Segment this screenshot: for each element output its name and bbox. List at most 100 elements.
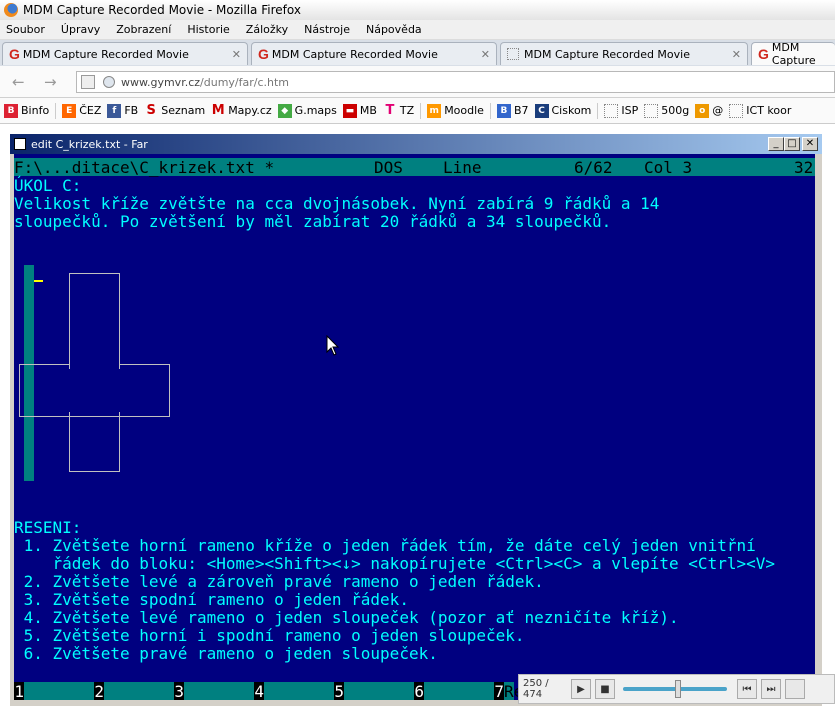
bookmark-mb[interactable]: ▬ MB: [342, 103, 377, 118]
cez-icon: E: [62, 103, 77, 118]
bookmark-gmaps[interactable]: ◆ G.maps: [277, 103, 337, 118]
menu-upravy[interactable]: Úpravy: [61, 23, 100, 36]
status-filename: F:\...ditace\C_krizek.txt *: [14, 158, 275, 177]
bookmark-moodle[interactable]: m Moodle: [427, 103, 484, 118]
close-icon[interactable]: ✕: [732, 48, 741, 61]
fkey-3[interactable]: 3: [174, 682, 254, 700]
forward-arrow-icon[interactable]: →: [44, 73, 57, 91]
editor-console[interactable]: F:\...ditace\C_krizek.txt * DOS Line 6/6…: [14, 154, 815, 700]
far-window-title: edit C_krizek.txt - Far: [31, 137, 148, 151]
tab-label: MDM Capture Recorded Movie: [271, 47, 438, 61]
menu-historie[interactable]: Historie: [187, 23, 229, 36]
bookmark-at[interactable]: o @: [695, 103, 723, 118]
url-bar[interactable]: www.gymvr.cz /dumy/far/c.htm: [76, 71, 835, 93]
status-mode: Line: [443, 158, 482, 177]
tab-label: MDM Capture Recorded Movie: [524, 47, 690, 61]
bookmarks-toolbar: B Binfo E ČEZ f FB S Seznam M Mapy.cz ◆ G.maps…: [0, 98, 835, 124]
tab-bar: G MDM Capture Recorded Movie ✕ G MDM Cap…: [0, 40, 835, 67]
solution-line: 3. Zvětšete spodní rameno o jeden řádek.: [14, 590, 409, 609]
bookmark-tz[interactable]: T TZ: [383, 103, 414, 118]
b7-icon: B: [496, 103, 511, 118]
close-icon[interactable]: ✕: [232, 48, 241, 61]
tab-4-active[interactable]: G MDM Capture: [751, 41, 835, 67]
separator: [420, 102, 422, 119]
menu-napoveda[interactable]: Nápověda: [366, 23, 422, 36]
navigation-bar: ← → www.gymvr.cz /dumy/far/c.htm: [0, 66, 835, 98]
menu-bar: Soubor Úpravy Zobrazení Historie Záložky…: [0, 20, 835, 40]
solution-line: 4. Zvětšete levé rameno o jeden sloupeče…: [14, 608, 679, 627]
window-title-bar: MDM Capture Recorded Movie - Mozilla Fir…: [0, 0, 835, 20]
far-title-bar: edit C_krizek.txt - Far _ □ ✕: [10, 134, 822, 154]
back-arrow-icon[interactable]: ←: [12, 73, 25, 91]
seek-slider-thumb[interactable]: [675, 680, 681, 698]
skip-to-end-button[interactable]: ⏭: [761, 679, 781, 699]
stop-button[interactable]: ■: [595, 679, 615, 699]
globe-icon: [103, 76, 115, 88]
bookmark-500g[interactable]: 500g: [644, 103, 689, 118]
far-app-icon: [14, 138, 26, 150]
bookmark-ict[interactable]: ICT koor: [729, 103, 791, 118]
cross-top-arm: [69, 273, 120, 369]
bookmark-mapy[interactable]: M Mapy.cz: [211, 103, 272, 118]
binfo-icon: B: [4, 103, 18, 118]
blank-page-icon: [729, 103, 744, 118]
google-g-icon: G: [758, 46, 769, 62]
solution-line: 1. Zvětšete horní rameno kříže o jeden ř…: [14, 536, 756, 555]
task-line: sloupečků. Po zvětšení by měl zabírat 20…: [14, 212, 612, 231]
bookmark-seznam[interactable]: S Seznam: [144, 103, 206, 118]
status-column: Col 3: [644, 158, 693, 177]
fkey-6[interactable]: 6: [414, 682, 494, 700]
separator: [489, 102, 491, 119]
blank-page-icon: [507, 48, 519, 60]
seznam-icon: S: [146, 103, 156, 118]
gmaps-icon: ◆: [277, 103, 292, 118]
task-heading: ÚKOL C:: [14, 176, 82, 195]
fkey-1[interactable]: 1: [14, 682, 94, 700]
fkey-5[interactable]: 5: [334, 682, 414, 700]
maximize-button[interactable]: □: [784, 137, 800, 151]
bookmark-b7[interactable]: B B7: [496, 103, 529, 118]
fkey-4[interactable]: 4: [254, 682, 334, 700]
fkey-2[interactable]: 2: [94, 682, 174, 700]
play-button[interactable]: ▶: [571, 679, 591, 699]
mouse-pointer-icon: [326, 335, 340, 356]
fkey-7[interactable]: 7 Re: [494, 682, 523, 700]
google-g-icon: G: [258, 46, 269, 62]
menu-zalozky[interactable]: Záložky: [246, 23, 288, 36]
bookmark-isp[interactable]: ISP: [604, 103, 638, 118]
playback-time: 250 / 474: [523, 678, 549, 700]
bookmark-binfo[interactable]: B Binfo: [4, 103, 49, 118]
mapy-icon: M: [211, 103, 225, 118]
bookmark-fb[interactable]: f FB: [107, 103, 138, 118]
tab-label: MDM Capture Recorded Movie: [22, 47, 189, 61]
blank-page-icon: [604, 103, 619, 118]
bookmark-ciskom[interactable]: C Ciskom: [534, 103, 591, 118]
tab-1[interactable]: G MDM Capture Recorded Movie ✕: [2, 42, 248, 65]
menu-soubor[interactable]: Soubor: [6, 23, 45, 36]
menu-zobrazeni[interactable]: Zobrazení: [116, 23, 171, 36]
bookmark-cez[interactable]: E ČEZ: [62, 103, 101, 118]
skip-to-start-button[interactable]: ⏮: [737, 679, 757, 699]
cross-bottom-arm: [69, 412, 120, 472]
cross-top-joint: [70, 363, 119, 366]
seek-slider[interactable]: [623, 680, 727, 698]
tab-2[interactable]: G MDM Capture Recorded Movie ✕: [251, 42, 497, 65]
page-identity-icon[interactable]: [81, 75, 95, 89]
tab-label: MDM Capture: [771, 41, 816, 67]
separator: [55, 102, 57, 119]
close-icon[interactable]: ✕: [481, 48, 490, 61]
mb-icon: ▬: [342, 103, 357, 118]
tab-3[interactable]: MDM Capture Recorded Movie ✕: [500, 42, 748, 65]
status-encoding: DOS: [374, 158, 403, 177]
ciskom-icon: C: [534, 103, 549, 118]
media-controls: 250 / 474 ▶ ■ ⏮ ⏭: [518, 674, 835, 704]
status-position: 6/62: [574, 158, 613, 177]
menu-nastroje[interactable]: Nástroje: [304, 23, 350, 36]
blank-control-button[interactable]: [785, 679, 805, 699]
editor-status-line: F:\...ditace\C_krizek.txt * DOS Line 6/6…: [14, 158, 815, 177]
window-title: MDM Capture Recorded Movie - Mozilla Fir…: [23, 3, 301, 17]
close-button[interactable]: ✕: [802, 137, 818, 151]
url-path: /dumy/far/c.htm: [200, 75, 290, 89]
minimize-button[interactable]: _: [768, 137, 784, 151]
solution-line: řádek do bloku: <Home><Shift><↓> nakopír…: [14, 554, 775, 573]
